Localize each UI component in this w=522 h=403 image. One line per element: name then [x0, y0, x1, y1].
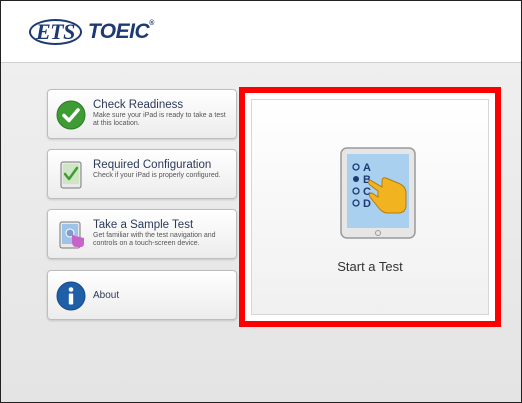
ipad-check-icon	[60, 161, 82, 189]
check-readiness-button[interactable]: Check Readiness Make sure your iPad is r…	[47, 89, 237, 139]
sample-test-desc: Get familiar with the test navigation an…	[93, 232, 216, 247]
about-title: About	[93, 290, 120, 301]
sample-test-button[interactable]: Take a Sample Test Get familiar with the…	[47, 209, 237, 259]
check-circle-icon	[56, 100, 86, 130]
logo-ets: ETS	[29, 19, 82, 45]
info-icon	[56, 281, 86, 311]
required-configuration-button[interactable]: Required Configuration Check if your iPa…	[47, 149, 237, 199]
ets-toeic-logo: ETS TOEIC®	[29, 19, 154, 45]
logo-toeic: TOEIC®	[88, 20, 154, 44]
option-b-radio	[353, 176, 359, 182]
header-bar: ETS TOEIC®	[1, 1, 521, 63]
logo-registered-mark: ®	[149, 20, 154, 27]
start-test-highlight: A B C D Start a Test	[239, 87, 501, 327]
about-button[interactable]: About	[47, 270, 237, 320]
option-a-label: A	[363, 162, 371, 174]
sample-test-title: Take a Sample Test	[93, 219, 194, 231]
ipad-test-icon: A B C D	[340, 147, 416, 239]
required-configuration-desc: Check if your iPad is properly configure…	[93, 172, 221, 179]
check-readiness-desc: Make sure your iPad is ready to take a t…	[93, 112, 226, 127]
logo-toeic-text: TOEIC	[87, 20, 150, 43]
check-readiness-title: Check Readiness	[93, 99, 184, 111]
option-d-label: D	[363, 198, 371, 210]
required-configuration-title: Required Configuration	[93, 159, 212, 171]
ipad-touch-icon	[59, 221, 84, 249]
start-test-label: Start a Test	[337, 259, 403, 274]
start-test-button[interactable]: A B C D Start a Test	[251, 99, 489, 315]
